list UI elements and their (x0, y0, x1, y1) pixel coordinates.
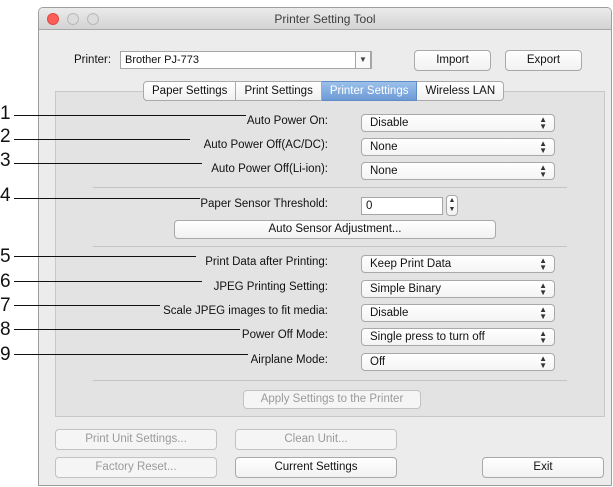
callout-number-7: 7 (0, 295, 11, 316)
separator (93, 246, 567, 247)
print-data-after-printing-select[interactable]: Keep Print Data ▲ ▼ (361, 255, 555, 273)
callout-line-7 (14, 305, 160, 306)
scale-jpeg-select[interactable]: Disable ▲ ▼ (361, 304, 555, 322)
exit-button[interactable]: Exit (482, 457, 604, 478)
import-button[interactable]: Import (414, 50, 491, 71)
paper-sensor-threshold-input[interactable]: 0 (361, 197, 443, 215)
auto-power-off-acdc-value: None (370, 141, 398, 153)
callout-number-8: 8 (0, 319, 11, 340)
up-down-arrows-icon: ▲ ▼ (539, 354, 547, 370)
callout-line-5 (14, 256, 196, 257)
auto-power-off-liion-label: Auto Power Off(Li-ion): (211, 163, 328, 175)
jpeg-printing-setting-label: JPEG Printing Setting: (213, 281, 328, 293)
tab-printer-settings[interactable]: Printer Settings (321, 81, 418, 101)
auto-power-on-value: Disable (370, 117, 409, 129)
jpeg-printing-setting-select[interactable]: Simple Binary ▲ ▼ (361, 280, 555, 298)
airplane-mode-value: Off (370, 356, 386, 368)
callout-number-2: 2 (0, 126, 11, 147)
airplane-mode-label: Airplane Mode: (250, 354, 328, 366)
callout-line-2 (14, 139, 190, 140)
printer-dropdown-arrow-icon[interactable]: ▼ (355, 51, 371, 69)
tab-paper-settings[interactable]: Paper Settings (143, 81, 237, 101)
airplane-mode-select[interactable]: Off ▲ ▼ (361, 353, 555, 371)
scale-jpeg-label: Scale JPEG images to fit media: (163, 305, 328, 317)
callout-line-1 (14, 115, 246, 116)
printer-label: Printer: (74, 54, 112, 66)
auto-power-off-acdc-label: Auto Power Off(AC/DC): (203, 139, 328, 151)
tab-print-settings[interactable]: Print Settings (236, 81, 322, 101)
callout-line-3 (14, 163, 202, 164)
auto-power-on-select[interactable]: Disable ▲ ▼ (361, 114, 555, 132)
printer-select-value: Brother PJ-773 (125, 54, 199, 66)
up-down-arrows-icon: ▲ ▼ (539, 115, 547, 131)
callout-line-4 (14, 198, 200, 199)
factory-reset-button[interactable]: Factory Reset... (55, 457, 217, 478)
auto-power-off-liion-select[interactable]: None ▲ ▼ (361, 162, 555, 180)
printer-select[interactable]: Brother PJ-773 (120, 51, 372, 69)
up-down-arrows-icon: ▲ ▼ (539, 256, 547, 272)
paper-sensor-threshold-value: 0 (366, 200, 373, 212)
callout-number-3: 3 (0, 150, 11, 171)
up-down-arrows-icon: ▲ ▼ (539, 329, 547, 345)
power-off-mode-select[interactable]: Single press to turn off ▲ ▼ (361, 328, 555, 346)
auto-sensor-adjustment-button[interactable]: Auto Sensor Adjustment... (174, 220, 496, 239)
callout-line-9 (14, 354, 248, 355)
scale-jpeg-value: Disable (370, 307, 409, 319)
up-down-arrows-icon: ▲ ▼ (539, 305, 547, 321)
printer-setting-tool-window: Printer Setting Tool Printer: Brother PJ… (38, 7, 612, 486)
callout-number-4: 4 (0, 185, 11, 206)
up-down-arrows-icon: ▲ ▼ (539, 163, 547, 179)
clean-unit-button[interactable]: Clean Unit... (235, 429, 397, 450)
callout-line-8 (14, 329, 240, 330)
print-data-after-printing-value: Keep Print Data (370, 258, 452, 270)
separator (93, 187, 567, 188)
callout-number-5: 5 (0, 246, 11, 267)
paper-sensor-threshold-label: Paper Sensor Threshold: (200, 198, 328, 210)
apply-settings-button[interactable]: Apply Settings to the Printer (243, 390, 421, 409)
current-settings-button[interactable]: Current Settings (235, 457, 397, 478)
window-title: Printer Setting Tool (274, 12, 376, 26)
auto-power-off-liion-value: None (370, 165, 398, 177)
auto-power-off-acdc-select[interactable]: None ▲ ▼ (361, 138, 555, 156)
settings-tabs: Paper Settings Print Settings Printer Se… (143, 81, 505, 101)
export-button[interactable]: Export (505, 50, 582, 71)
power-off-mode-label: Power Off Mode: (241, 329, 328, 341)
auto-power-on-label: Auto Power On: (246, 115, 328, 127)
paper-sensor-threshold-stepper[interactable]: ▲ ▼ (446, 195, 458, 216)
up-down-arrows-icon: ▲ ▼ (539, 281, 547, 297)
callout-number-1: 1 (0, 103, 11, 124)
callout-number-6: 6 (0, 271, 11, 292)
print-unit-settings-button[interactable]: Print Unit Settings... (55, 429, 217, 450)
callout-number-9: 9 (0, 344, 11, 365)
up-down-arrows-icon: ▲ ▼ (539, 139, 547, 155)
separator (93, 380, 567, 381)
jpeg-printing-setting-value: Simple Binary (370, 283, 441, 295)
callout-line-6 (14, 281, 202, 282)
print-data-after-printing-label: Print Data after Printing: (205, 256, 328, 268)
tab-wireless-lan[interactable]: Wireless LAN (417, 81, 505, 101)
title-bar: Printer Setting Tool (39, 8, 611, 30)
power-off-mode-value: Single press to turn off (370, 331, 485, 343)
